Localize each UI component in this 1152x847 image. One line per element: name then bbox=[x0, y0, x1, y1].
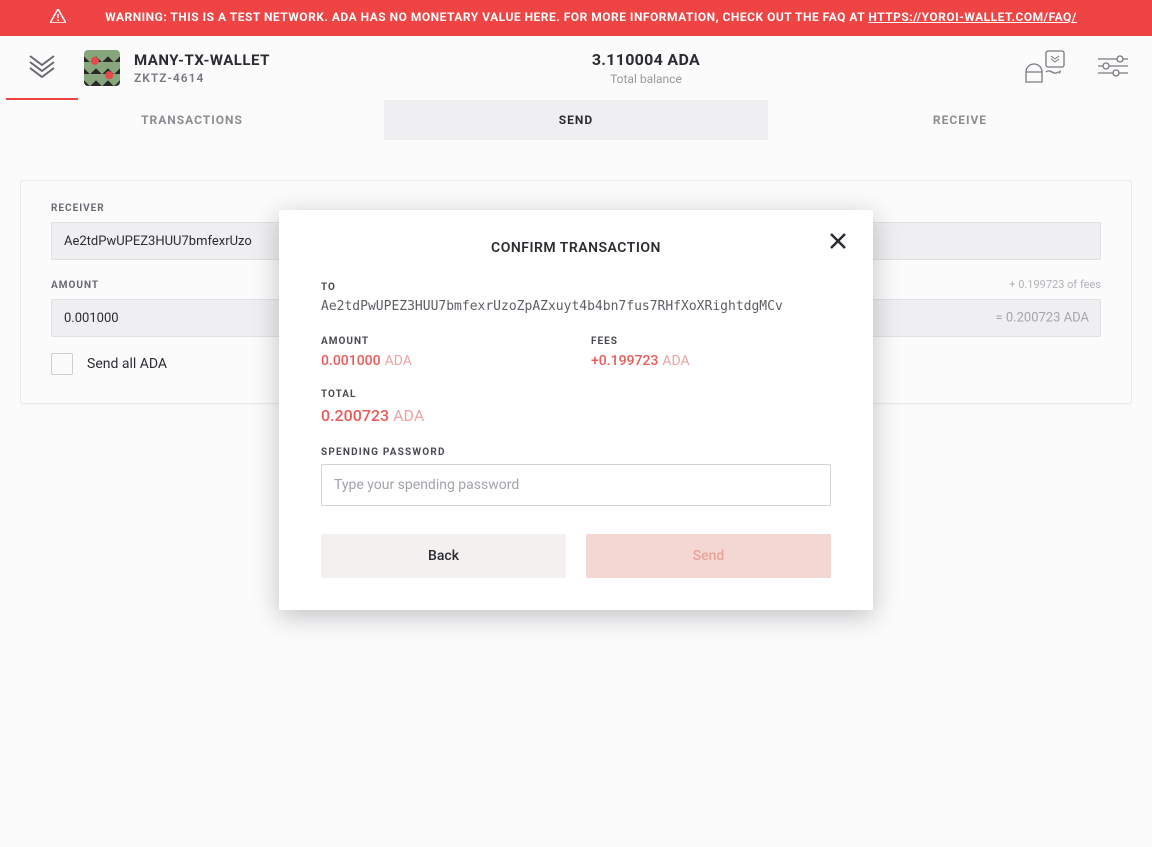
modal-fees-value: +0.199723ADA bbox=[591, 353, 831, 369]
confirm-transaction-modal: CONFIRM TRANSACTION TO Ae2tdPwUPEZ3HUU7b… bbox=[279, 210, 873, 610]
back-button[interactable]: Back bbox=[321, 534, 566, 578]
spending-password-label: SPENDING PASSWORD bbox=[321, 447, 831, 458]
close-icon bbox=[829, 235, 847, 254]
modal-amount-num: 0.001000 bbox=[321, 353, 381, 369]
modal-overlay[interactable]: CONFIRM TRANSACTION TO Ae2tdPwUPEZ3HUU7b… bbox=[0, 0, 1152, 847]
modal-amount-label: AMOUNT bbox=[321, 336, 561, 347]
modal-to-label: TO bbox=[321, 282, 831, 293]
modal-title: CONFIRM TRANSACTION bbox=[311, 240, 841, 256]
modal-total-num: 0.200723 bbox=[321, 406, 389, 425]
modal-total-value: 0.200723ADA bbox=[321, 406, 831, 425]
modal-total-unit: ADA bbox=[393, 406, 424, 425]
modal-amount-unit: ADA bbox=[385, 353, 412, 369]
modal-amount-value: 0.001000ADA bbox=[321, 353, 561, 369]
send-button[interactable]: Send bbox=[586, 534, 831, 578]
modal-to-address: Ae2tdPwUPEZ3HUU7bmfexrUzoZpAZxuyt4b4bn7f… bbox=[321, 299, 831, 314]
modal-fees-label: FEES bbox=[591, 336, 831, 347]
modal-fees-unit: ADA bbox=[662, 353, 689, 369]
modal-close-button[interactable] bbox=[829, 232, 847, 254]
modal-total-label: TOTAL bbox=[321, 389, 831, 400]
modal-fees-num: +0.199723 bbox=[591, 353, 658, 369]
spending-password-input[interactable] bbox=[321, 464, 831, 506]
